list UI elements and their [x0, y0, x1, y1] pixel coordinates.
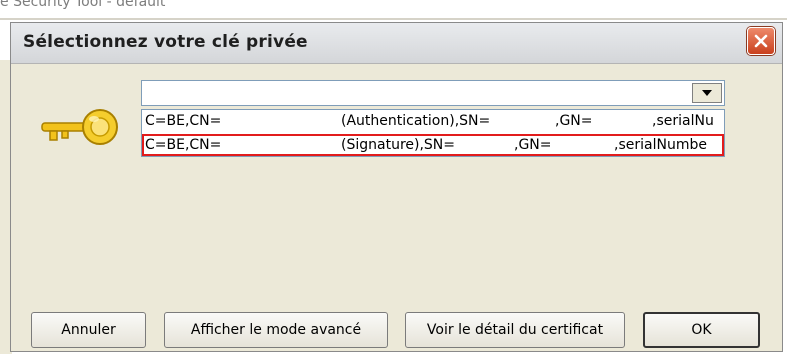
cert-gn: ,GN=: [514, 137, 552, 153]
close-icon: [754, 34, 768, 48]
cert-type-sn: (Authentication),SN=: [341, 113, 491, 129]
dialog-title: Sélectionnez votre clé privée: [23, 32, 308, 52]
certificate-list: C=BE,CN= (Authentication),SN= ,GN= ,seri…: [141, 109, 725, 157]
dialog-titlebar: Sélectionnez votre clé privée: [11, 23, 782, 64]
chevron-down-icon: [702, 90, 712, 96]
advanced-mode-button[interactable]: Afficher le mode avancé: [164, 312, 388, 348]
close-button[interactable]: [747, 27, 775, 55]
combobox-dropdown-button[interactable]: [692, 83, 722, 103]
cert-country-cn: C=BE,CN=: [145, 137, 222, 153]
certificate-detail-button[interactable]: Voir le détail du certificat: [405, 312, 625, 348]
cancel-button[interactable]: Annuler: [31, 312, 146, 348]
background-window-title: e Security Tool - default: [0, 0, 166, 10]
ok-button[interactable]: OK: [643, 312, 760, 348]
cert-country-cn: C=BE,CN=: [145, 113, 222, 129]
key-icon: [41, 109, 118, 145]
background-divider: [0, 18, 787, 20]
select-private-key-dialog: Sélectionnez votre clé privée C=BE,CN= (…: [10, 22, 783, 352]
certificate-item-authentication[interactable]: C=BE,CN= (Authentication),SN= ,GN= ,seri…: [142, 111, 724, 133]
certificate-combobox[interactable]: [141, 80, 725, 106]
cert-serial: ,serialNu: [652, 113, 714, 129]
cert-gn: ,GN=: [555, 113, 593, 129]
cert-type-sn: (Signature),SN=: [341, 137, 456, 153]
certificate-item-signature[interactable]: C=BE,CN= (Signature),SN= ,GN= ,serialNum…: [142, 134, 724, 156]
cert-serial: ,serialNumbe: [614, 137, 707, 153]
